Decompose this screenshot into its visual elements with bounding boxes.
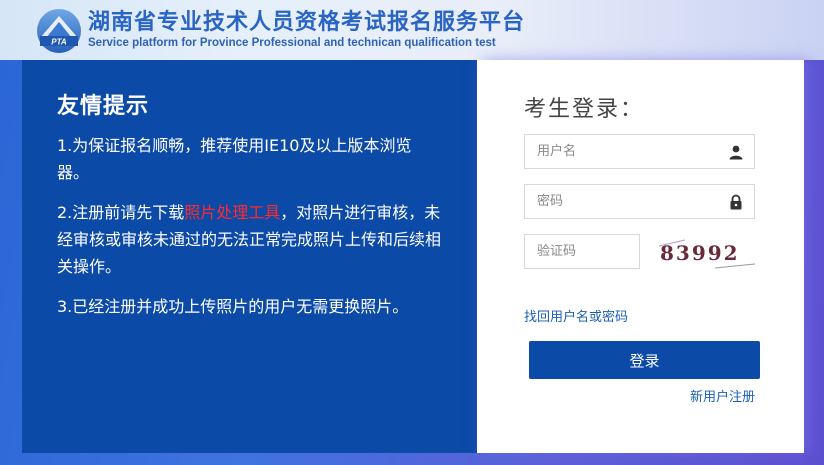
notice-item-1: 1.为保证报名顺畅，推荐使用IE10及以上版本浏览器。 <box>57 136 412 182</box>
register-link[interactable]: 新用户注册 <box>690 386 755 405</box>
lock-icon <box>730 194 742 210</box>
site-subtitle: Service platform for Province Profession… <box>88 37 496 49</box>
username-field[interactable] <box>524 134 755 169</box>
captcha-text: 83992 <box>660 241 740 265</box>
notice-panel: 友情提示 1.为保证报名顺畅，推荐使用IE10及以上版本浏览器。 2.注册前请先… <box>22 60 477 453</box>
notice-item-2-before: 2.注册前请先下载 <box>57 203 185 222</box>
notice-title: 友情提示 <box>57 94 150 119</box>
photo-tool-download-link[interactable]: 照片处理工具 <box>184 203 280 222</box>
pta-logo-icon: PTA <box>37 9 81 53</box>
notice-item-3: 3.已经注册并成功上传照片的用户无需更换照片。 <box>57 297 409 316</box>
header: PTA 湖南省专业技术人员资格考试报名服务平台 Service platform… <box>0 0 824 60</box>
password-input[interactable] <box>525 185 754 218</box>
forgot-password-link[interactable]: 找回用户名或密码 <box>524 306 628 325</box>
logo-text: PTA <box>51 38 67 47</box>
username-input[interactable] <box>525 135 754 168</box>
captcha-image[interactable]: 83992 <box>655 234 757 272</box>
notice-item-2: 2.注册前请先下载照片处理工具，对照片进行审核，未经审核或审核未通过的无法正常完… <box>57 199 443 280</box>
captcha-field[interactable] <box>524 234 640 269</box>
login-panel: 考生登录： 83992 找回用户名或密码 登录 新用户注册 <box>477 60 804 453</box>
password-field[interactable] <box>524 184 755 219</box>
login-title: 考生登录： <box>524 97 645 122</box>
site-title: 湖南省专业技术人员资格考试报名服务平台 <box>88 10 526 35</box>
captcha-input[interactable] <box>525 235 639 268</box>
user-icon <box>729 145 743 160</box>
login-button[interactable]: 登录 <box>529 341 760 379</box>
